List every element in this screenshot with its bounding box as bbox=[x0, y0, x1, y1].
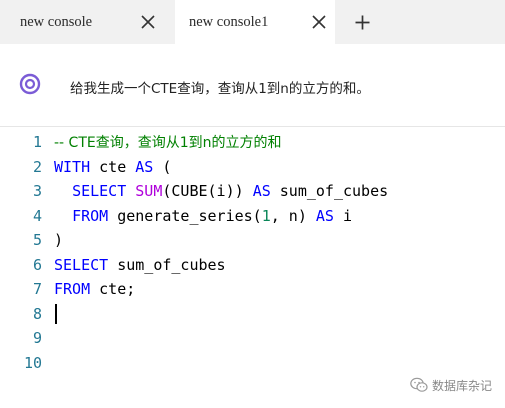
code-token: (CUBE(i)) bbox=[162, 182, 253, 200]
code-text: FROM cte; bbox=[54, 277, 135, 302]
line-number: 9 bbox=[32, 329, 42, 347]
code-token: sum_of_cubes bbox=[108, 255, 226, 274]
code-text: SELECT SUM(CUBE(i)) AS sum_of_cubes bbox=[54, 179, 388, 204]
text-cursor bbox=[55, 303, 57, 324]
code-token: , n) bbox=[270, 206, 316, 225]
line-number: 3 bbox=[32, 182, 42, 200]
tab-new-console1[interactable]: new console1 bbox=[175, 0, 335, 44]
tab-label: new console bbox=[20, 14, 93, 30]
line-number: 7 bbox=[32, 280, 42, 298]
code-line[interactable]: 1 -- CTE查询，查询从1到n的立方的和 bbox=[0, 130, 505, 155]
code-line[interactable]: 9 bbox=[0, 326, 505, 351]
code-text: -- CTE查询，查询从1到n的立方的和 bbox=[54, 130, 282, 156]
line-number: 10 bbox=[23, 353, 42, 372]
code-editor[interactable]: 1 -- CTE查询，查询从1到n的立方的和 2 WITH cte AS (3 SEL… bbox=[0, 130, 505, 390]
watermark: 数据库杂记 bbox=[410, 374, 492, 396]
line-number: 5 bbox=[32, 231, 42, 249]
code-text: SELECT sum_of_cubes bbox=[54, 253, 226, 278]
code-text: WITH cte AS ( bbox=[54, 155, 171, 180]
code-line[interactable]: 5) bbox=[0, 228, 505, 253]
line-number: 4 bbox=[32, 206, 42, 225]
code-token: i bbox=[333, 206, 353, 225]
code-token: cte; bbox=[90, 280, 136, 298]
code-token: ( bbox=[153, 157, 172, 176]
code-text: ) bbox=[54, 228, 63, 253]
code-text: FROM generate_series(1, n) AS i bbox=[54, 204, 352, 229]
ai-assistant-icon bbox=[19, 73, 41, 95]
ai-prompt-panel: 给我生成一个CTE查询，查询从1到n的立方的和。 bbox=[0, 44, 505, 126]
divider bbox=[0, 126, 505, 127]
code-token: generate_series( bbox=[108, 206, 262, 225]
code-line[interactable]: 2 WITH cte AS ( bbox=[0, 155, 505, 180]
code-line[interactable]: 8 bbox=[0, 302, 505, 327]
line-number: 6 bbox=[32, 255, 42, 274]
code-token: 1 bbox=[261, 206, 271, 225]
code-token: AS bbox=[135, 157, 154, 176]
code-line[interactable]: 4 FROM generate_series(1, n) AS i bbox=[0, 204, 505, 229]
code-token: sum_of_cubes bbox=[270, 182, 389, 200]
code-token: FROM bbox=[72, 206, 109, 225]
code-token: -- CTE查询，查询从1到n的立方的和 bbox=[54, 135, 282, 151]
prompt-text: 给我生成一个CTE查询，查询从1到n的立方的和。 bbox=[70, 81, 370, 97]
line-number: 1 bbox=[32, 133, 42, 151]
close-icon[interactable] bbox=[312, 15, 326, 29]
code-token: ) bbox=[54, 231, 64, 249]
code-token: AS bbox=[315, 206, 334, 225]
code-token: cte bbox=[90, 157, 136, 176]
code-line[interactable]: 7 FROM cte; bbox=[0, 277, 505, 302]
watermark-text: 数据库杂记 bbox=[432, 378, 493, 393]
wechat-icon bbox=[410, 377, 428, 392]
close-icon[interactable] bbox=[141, 15, 155, 29]
code-line[interactable]: 3 SELECT SUM(CUBE(i)) AS sum_of_cubes bbox=[0, 179, 505, 204]
code-token: SELECT bbox=[54, 255, 109, 274]
code-token: SUM bbox=[135, 182, 163, 200]
code-token: WITH bbox=[54, 157, 91, 176]
code-token: FROM bbox=[54, 280, 91, 298]
code-line[interactable]: 6 SELECT sum_of_cubes bbox=[0, 253, 505, 278]
tab-new-console[interactable]: new console bbox=[0, 0, 175, 44]
plus-icon[interactable] bbox=[355, 15, 370, 30]
tab-bar: new console new console1 bbox=[0, 0, 505, 44]
line-number: 8 bbox=[32, 304, 42, 323]
code-token: SELECT bbox=[72, 182, 127, 200]
tab-label: new console1 bbox=[189, 14, 269, 30]
line-number: 2 bbox=[32, 157, 42, 176]
code-token: AS bbox=[252, 182, 271, 200]
code-line[interactable]: 10 bbox=[0, 351, 505, 376]
